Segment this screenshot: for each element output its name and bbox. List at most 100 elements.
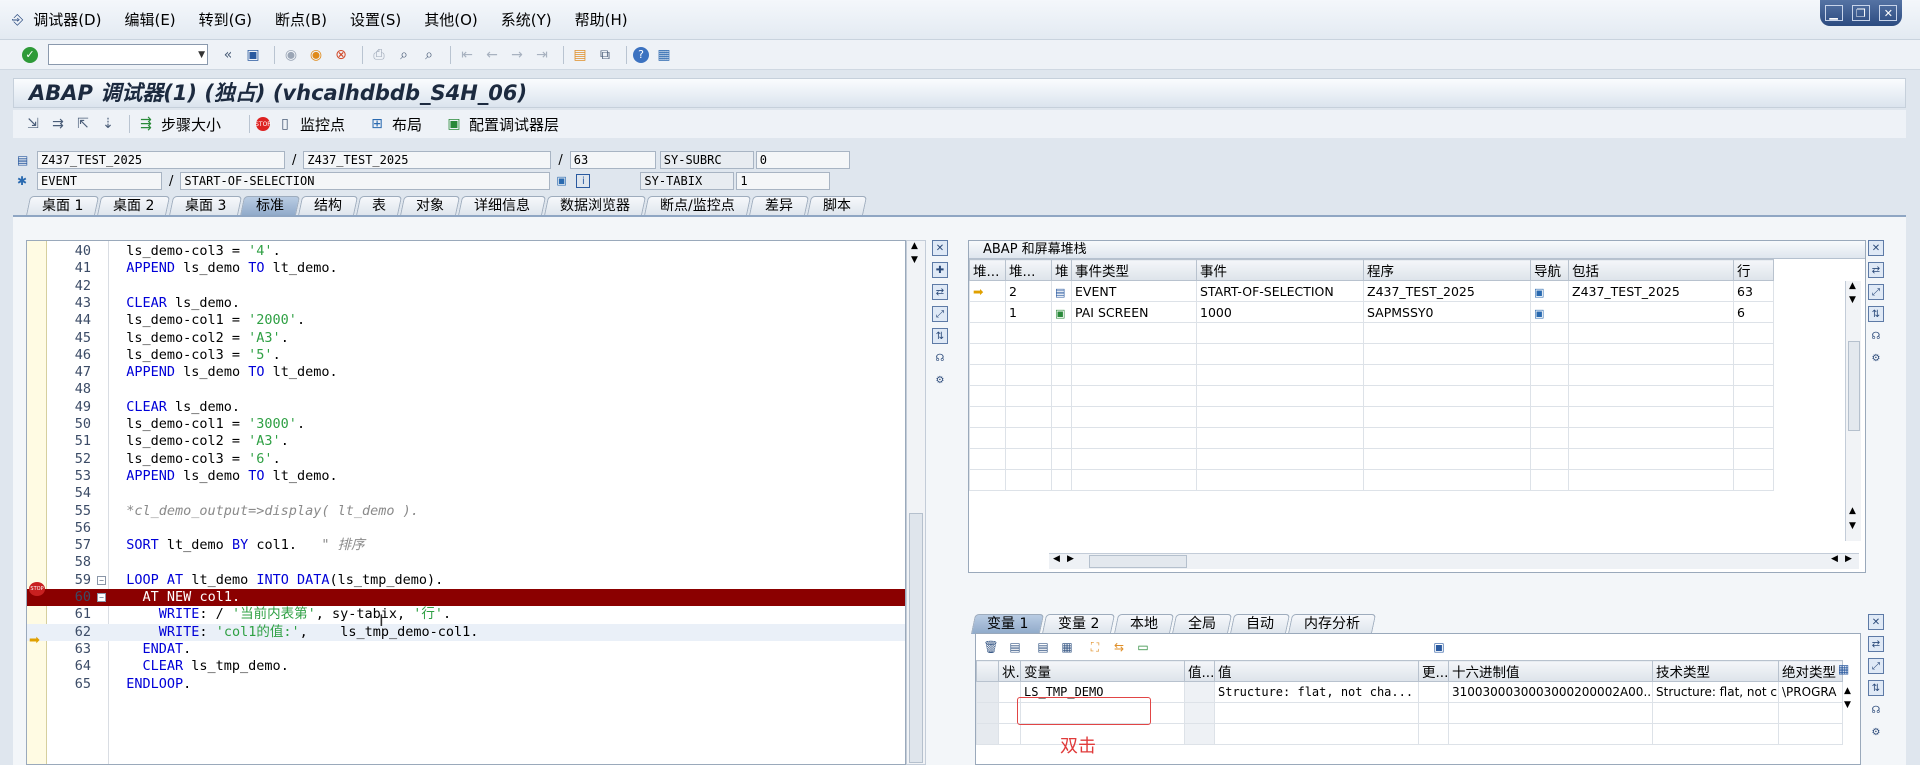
info-icon[interactable]: i [576, 174, 591, 188]
group-icon[interactable]: ⛶ [1086, 639, 1104, 655]
sysfield-value[interactable]: 0 [755, 151, 850, 169]
tab-memory-analysis[interactable]: 内存分析 [1287, 614, 1376, 634]
minimize-icon[interactable]: ▁ [1824, 5, 1843, 21]
program-field[interactable]: Z437_TEST_2025 [37, 151, 285, 169]
tab-objects[interactable]: 对象 [399, 196, 461, 216]
code-line[interactable]: 52 ls_demo-col3 = '6'. [27, 451, 905, 468]
table-row[interactable]: 1 ▣ PAI SCREEN 1000 SAPMSSY0 ▣ 6 [969, 301, 1774, 323]
execute-icon[interactable]: ⇉ [48, 114, 68, 134]
code-line[interactable]: 51 ls_demo-col2 = 'A3'. [27, 433, 905, 450]
col-hex-value[interactable]: 十六进制值 [1448, 660, 1653, 682]
save-icon[interactable]: ▣ [1430, 639, 1448, 655]
stack-hscrollbar[interactable]: ◀ ▶ ◀ ▶ [1049, 553, 1859, 569]
code-line[interactable]: 40 ls_demo-col3 = '4'. [27, 243, 905, 260]
menu-help[interactable]: 帮助(H) [575, 9, 628, 30]
new-tool-icon[interactable]: ✚ [932, 262, 948, 278]
scroll-thumb[interactable] [1848, 341, 1860, 431]
tab-variables-1[interactable]: 变量 1 [970, 614, 1045, 634]
col-value-icon[interactable]: 值... [1184, 660, 1215, 682]
col-navigate[interactable]: 导航 [1530, 259, 1569, 281]
code-line[interactable]: 48 [27, 381, 905, 398]
tab-details[interactable]: 详细信息 [457, 196, 547, 216]
replace-tool-icon[interactable]: ⇄ [1868, 636, 1884, 652]
scroll-thumb[interactable] [909, 513, 923, 763]
settings-icon[interactable]: ⚙ [1868, 350, 1884, 366]
col-status[interactable]: 状... [998, 660, 1021, 682]
menu-other[interactable]: 其他(O) [424, 9, 478, 30]
settings-icon[interactable]: ⚙ [932, 372, 948, 388]
scroll-left-icon[interactable]: ◀ [1831, 554, 1838, 564]
return-icon[interactable]: ⇱ [73, 114, 93, 134]
col-tech-type[interactable]: 技术类型 [1652, 660, 1779, 682]
replace-tool-icon[interactable]: ⇄ [1868, 262, 1884, 278]
swap-tool-icon[interactable]: ⇅ [1868, 306, 1884, 322]
swap-tool-icon[interactable]: ⇅ [932, 328, 948, 344]
code-line[interactable]: 44 ls_demo-col1 = '2000'. [27, 312, 905, 329]
enter-icon[interactable]: ✓ [22, 46, 38, 63]
maximize-icon[interactable]: ⤢ [1868, 284, 1884, 300]
tab-table[interactable]: 表 [355, 196, 403, 216]
scroll-right-icon[interactable]: ▶ [1845, 554, 1852, 564]
editor-scrollbar[interactable]: ▲ ▼ [906, 240, 926, 765]
tab-desktop-3[interactable]: 桌面 3 [168, 196, 243, 216]
find-icon[interactable]: ⌕ [394, 45, 414, 65]
event-type-field[interactable]: EVENT [37, 172, 162, 190]
include-field[interactable]: Z437_TEST_2025 [303, 151, 552, 169]
single-step-icon[interactable]: ⇲ [23, 114, 43, 134]
code-line[interactable]: 61 WRITE: / '当前内表第', sy-tabix, '行'. [27, 606, 905, 623]
event-field[interactable]: START-OF-SELECTION [180, 172, 551, 190]
code-line[interactable]: 53 APPEND ls_demo TO lt_demo. [27, 468, 905, 485]
scroll-up-icon[interactable]: ▲ [1844, 686, 1851, 696]
breakpoint-button[interactable]: STOP [255, 117, 275, 131]
code-line[interactable]: 56 [27, 520, 905, 537]
menu-goto[interactable]: 转到(G) [199, 9, 252, 30]
save-icon[interactable]: ▣ [243, 45, 263, 65]
code-line[interactable]: 63 ENDAT. [27, 641, 905, 658]
code-line[interactable]: 54 [27, 485, 905, 502]
new-session-icon[interactable]: ▤ [570, 45, 590, 65]
help-icon[interactable]: ? [633, 46, 649, 63]
services-icon[interactable]: ☊ [932, 350, 948, 366]
double-left-icon[interactable]: « [218, 45, 238, 65]
code-line[interactable]: 47 APPEND ls_demo TO lt_demo. [27, 364, 905, 381]
menu-breakpoints[interactable]: 断点(B) [275, 9, 327, 30]
layout-button[interactable]: ⊞ 布局 [367, 114, 444, 135]
fold-toggle-icon[interactable]: − [97, 593, 106, 602]
fold-toggle-icon[interactable]: − [97, 575, 106, 585]
code-line[interactable]: 65 ENDLOOP. [27, 676, 905, 693]
import-icon[interactable]: ▤ [1006, 639, 1024, 655]
command-field[interactable]: ▼ [48, 44, 208, 65]
close-panel-icon[interactable]: ✕ [1868, 614, 1884, 630]
watchpoint-button[interactable]: ▯ 监控点 [275, 114, 367, 135]
tab-script[interactable]: 脚本 [806, 196, 867, 216]
code-line[interactable]: 41 APPEND ls_demo TO lt_demo. [27, 260, 905, 277]
last-page-icon[interactable]: ⇥ [532, 45, 552, 65]
customize-layout-icon[interactable]: ▦ [654, 45, 674, 65]
breakpoint-icon[interactable]: STOP [29, 582, 45, 596]
delete-icon[interactable]: 🗑 [982, 639, 1000, 655]
tab-diff[interactable]: 差异 [748, 196, 809, 216]
scroll-down-icon[interactable]: ▼ [1844, 700, 1851, 710]
tab-desktop-1[interactable]: 桌面 1 [25, 196, 100, 216]
close-panel-icon[interactable]: ✕ [1868, 240, 1884, 256]
col-program[interactable]: 程序 [1363, 259, 1531, 281]
code-line[interactable]: 43 CLEAR ls_demo. [27, 295, 905, 312]
navigate-icon[interactable]: ▣ [1534, 307, 1544, 320]
first-page-icon[interactable]: ⇤ [457, 45, 477, 65]
source-code-editor[interactable]: 40 ls_demo-col3 = '4'. 41 APPEND ls_demo … [26, 240, 906, 765]
scroll-up-icon[interactable]: ▲ [911, 241, 918, 251]
code-line[interactable]: 49 CLEAR ls_demo. [27, 399, 905, 416]
col-value[interactable]: 值 [1214, 660, 1419, 682]
col-changed[interactable]: 更... [1418, 660, 1449, 682]
scroll-down-icon[interactable]: ▼ [1849, 295, 1856, 305]
col-event[interactable]: 事件 [1196, 259, 1364, 281]
code-line[interactable]: 50 ls_demo-col1 = '3000'. [27, 416, 905, 433]
scroll-left-icon[interactable]: ◀ [1053, 554, 1060, 564]
swap-tool-icon[interactable]: ⇅ [1868, 680, 1884, 696]
code-line[interactable]: 60 AT NEW col1. − [27, 589, 905, 606]
tab-standard[interactable]: 标准 [239, 196, 301, 216]
code-line[interactable]: 55 *cl_demo_output=>display( lt_demo ). [27, 503, 905, 520]
tab-variables-2[interactable]: 变量 2 [1042, 614, 1116, 634]
maximize-icon[interactable]: ⤢ [1868, 658, 1884, 674]
services-icon[interactable]: ☊ [1868, 702, 1884, 718]
